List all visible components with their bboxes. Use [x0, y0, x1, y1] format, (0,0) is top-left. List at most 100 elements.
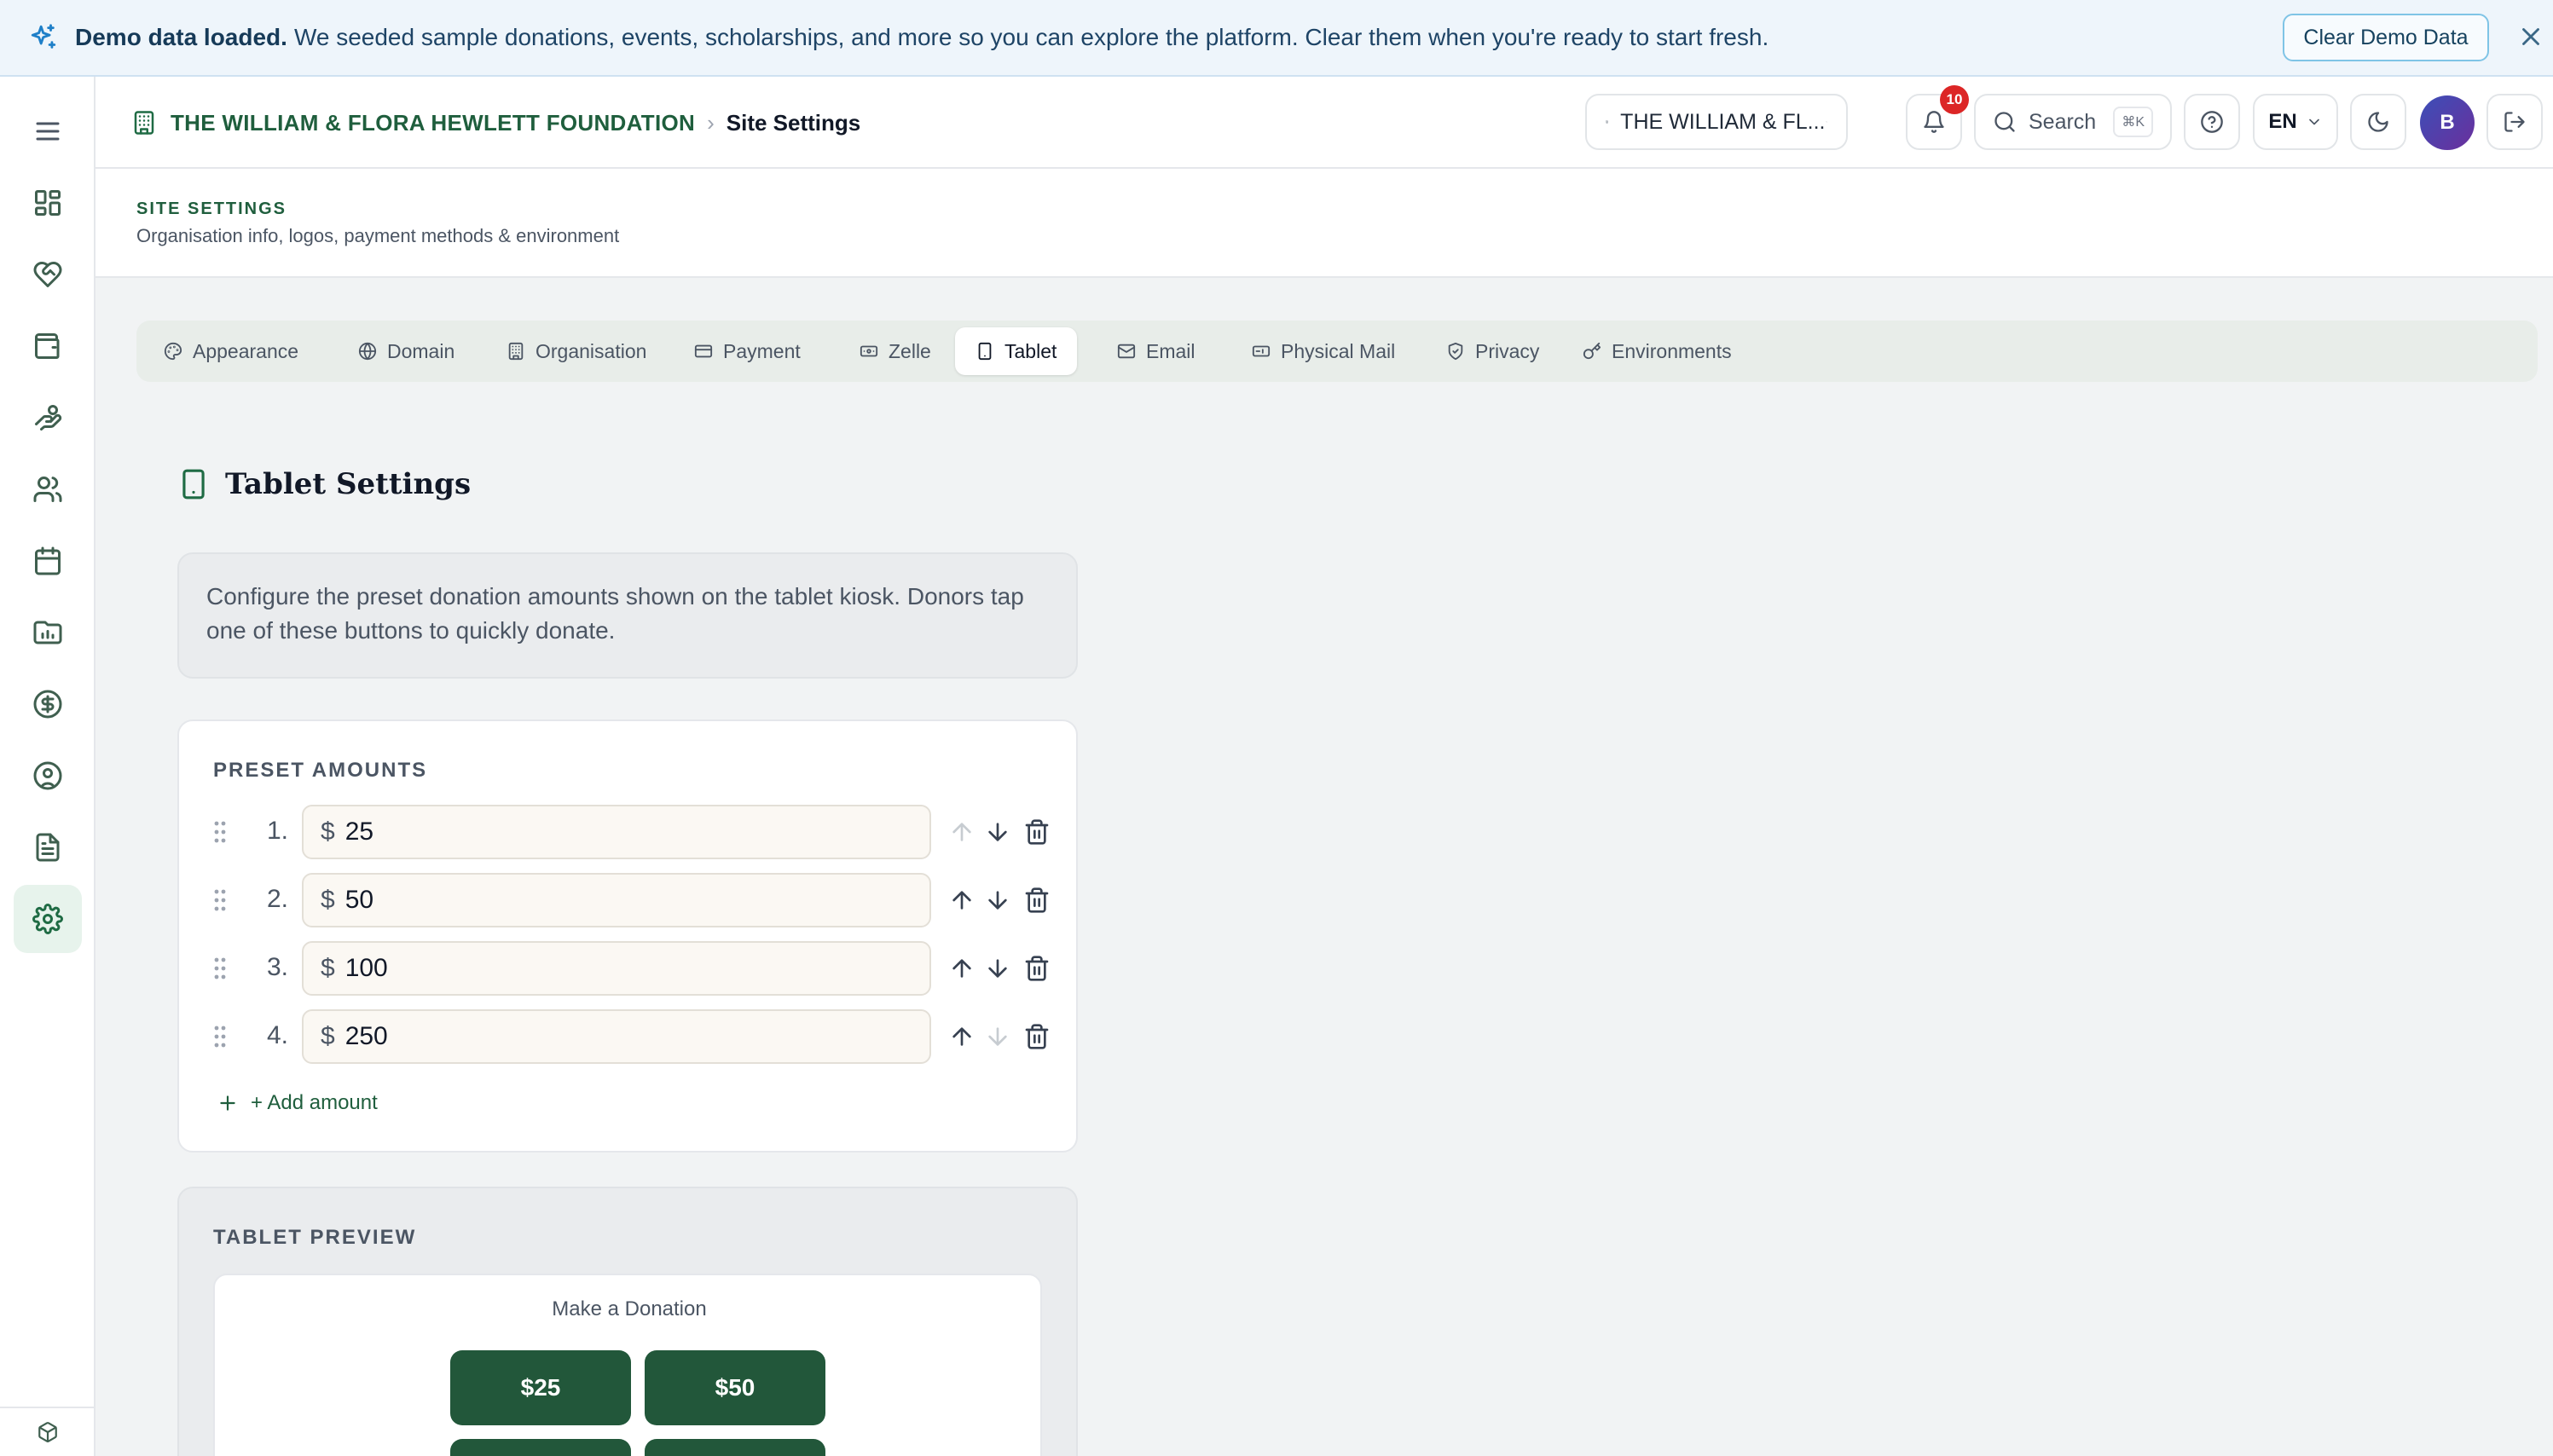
tab-zelle[interactable]: Zelle [839, 327, 952, 375]
settings-tabs: Appearance Domain Organisation Payment Z… [136, 321, 2538, 382]
tab-label: Payment [723, 339, 801, 362]
currency-symbol: $ [321, 818, 335, 846]
amount-input[interactable] [344, 954, 857, 983]
amount-field[interactable]: $ [302, 805, 931, 859]
package-icon [38, 1422, 57, 1442]
language-selector[interactable]: EN [2253, 94, 2338, 150]
sidebar-item-giving[interactable] [14, 384, 82, 452]
mailbox-icon [1252, 345, 1271, 357]
sidebar-item-wallet[interactable] [14, 312, 82, 380]
sidebar-item-reports[interactable] [14, 598, 82, 667]
tab-privacy[interactable]: Privacy [1426, 327, 1560, 375]
arrow-up-icon[interactable] [948, 1023, 975, 1050]
breadcrumb-org[interactable]: THE WILLIAM & FLORA HEWLETT FOUNDATION [171, 110, 695, 136]
trash-icon[interactable] [1023, 955, 1051, 982]
arrow-up-icon[interactable] [948, 955, 975, 982]
drag-handle-icon[interactable] [213, 956, 227, 980]
trash-icon[interactable] [1023, 818, 1051, 846]
tablet-icon [978, 342, 992, 361]
language-label: EN [2268, 110, 2297, 133]
preview-donate-button[interactable] [645, 1439, 825, 1456]
sidebar [0, 77, 96, 1456]
notifications-button[interactable]: 10 [1906, 85, 1969, 150]
org-selector-label: THE WILLIAM & FL... [1620, 109, 1826, 134]
org-selector[interactable]: THE WILLIAM & FL... [1585, 94, 1848, 150]
shield-icon [1448, 342, 1463, 361]
help-button[interactable] [2184, 94, 2240, 150]
arrow-down-icon[interactable] [984, 955, 1011, 982]
tab-domain[interactable]: Domain [338, 327, 475, 375]
amount-index: 2. [266, 885, 288, 913]
building-icon [1606, 120, 1608, 124]
amount-field[interactable]: $ [302, 873, 931, 927]
tab-organisation[interactable]: Organisation [486, 327, 667, 375]
arrow-down-icon[interactable] [984, 887, 1011, 914]
tab-email[interactable]: Email [1097, 327, 1216, 375]
preview-heading: Make a Donation [552, 1297, 707, 1320]
tab-label: Organisation [535, 339, 647, 362]
folder-chart-icon [33, 621, 62, 644]
close-icon[interactable] [2516, 22, 2545, 51]
sidebar-item-donations[interactable] [14, 240, 82, 309]
trash-icon[interactable] [1023, 1023, 1051, 1050]
clear-demo-data-button[interactable]: Clear Demo Data [2283, 14, 2489, 61]
sidebar-item-finance[interactable] [14, 670, 82, 738]
amount-field[interactable]: $ [302, 941, 931, 996]
sidebar-item-package[interactable] [14, 1413, 82, 1451]
tab-payment[interactable]: Payment [674, 327, 821, 375]
arrow-down-icon[interactable] [984, 818, 1011, 846]
tab-label: Email [1146, 339, 1195, 362]
help-circle-icon [2201, 111, 2223, 133]
sidebar-item-dashboard[interactable] [14, 169, 82, 237]
page-title: SITE SETTINGS [136, 199, 287, 218]
sidebar-item-settings[interactable] [14, 885, 82, 953]
demo-banner: Demo data loaded. We seeded sample donati… [0, 0, 2553, 77]
amount-input[interactable] [344, 886, 857, 915]
sidebar-item-people[interactable] [14, 455, 82, 523]
breadcrumb-separator: › [707, 109, 715, 136]
tab-appearance[interactable]: Appearance [143, 327, 319, 375]
amount-input[interactable] [344, 818, 857, 846]
currency-symbol: $ [321, 1022, 335, 1050]
arrow-up-icon[interactable] [948, 887, 975, 914]
logout-button[interactable] [2486, 94, 2543, 150]
amount-input[interactable] [344, 1022, 857, 1051]
tab-tablet[interactable]: Tablet [955, 327, 1078, 375]
users-icon [33, 477, 62, 502]
menu-icon [36, 122, 60, 141]
amount-field[interactable]: $ [302, 1009, 931, 1064]
tab-physical-mail[interactable]: Physical Mail [1231, 327, 1415, 375]
preview-donate-button[interactable]: $50 [645, 1350, 825, 1425]
sidebar-item-account[interactable] [14, 742, 82, 810]
preview-donate-button[interactable]: $25 [450, 1350, 631, 1425]
banner-message: Demo data loaded. We seeded sample donati… [75, 24, 1769, 51]
drag-handle-icon[interactable] [213, 820, 227, 844]
preview-donate-button[interactable] [450, 1439, 631, 1456]
sidebar-item-documents[interactable] [14, 813, 82, 881]
banknote-icon [860, 345, 878, 357]
search-shortcut: ⌘K [2113, 107, 2153, 137]
drag-handle-icon[interactable] [213, 1025, 227, 1049]
sidebar-item-events[interactable] [14, 527, 82, 595]
tab-label: Physical Mail [1281, 339, 1396, 362]
chevron-down-icon [1826, 121, 1827, 123]
banner-title: Demo data loaded. [75, 24, 287, 50]
amount-row: 1. $ [213, 805, 1057, 859]
amount-row: 4. $ [213, 1009, 1057, 1064]
tab-environments[interactable]: Environments [1562, 327, 1752, 375]
credit-card-icon [694, 344, 713, 358]
tablet-icon [182, 469, 205, 500]
avatar[interactable]: B [2420, 95, 2475, 150]
amount-index: 1. [266, 817, 288, 845]
trash-icon[interactable] [1023, 887, 1051, 914]
menu-toggle-button[interactable] [14, 97, 82, 165]
tab-label: Zelle [889, 339, 931, 362]
mail-icon [1117, 344, 1136, 359]
tab-label: Environments [1612, 339, 1732, 362]
bell-icon [1924, 111, 1944, 133]
theme-toggle-button[interactable] [2350, 94, 2406, 150]
search-button[interactable]: Search ⌘K [1974, 94, 2172, 150]
add-amount-button[interactable]: + Add amount [217, 1091, 378, 1115]
drag-handle-icon[interactable] [213, 888, 227, 912]
tab-label: Tablet [1004, 339, 1057, 362]
